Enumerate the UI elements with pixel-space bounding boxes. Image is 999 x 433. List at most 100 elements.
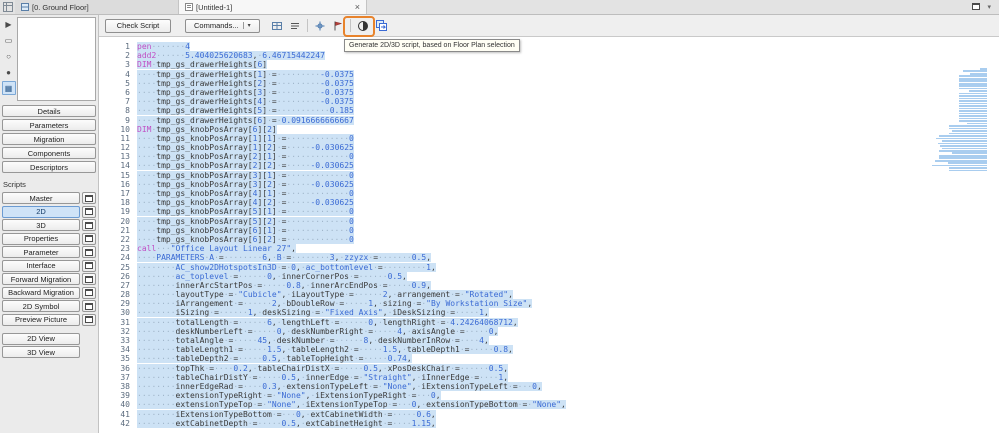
close-icon[interactable]: × [355,3,360,12]
code-line[interactable]: ········totalLength·=······6,·lengthLeft… [137,317,566,327]
open-script-window-button[interactable] [82,219,96,231]
script-button-3d[interactable]: 3D [2,219,80,231]
code-line[interactable]: ····tmp_gs_drawerHeights[2]·=·········-0… [137,78,566,88]
script-editor[interactable]: 1 2 3 4 5 6 7 8 9 10 11 12 13 14 15 16 17 18 19 20 21 22 23 24 2… [99,37,999,433]
sphere-tool-icon[interactable]: ● [2,65,16,79]
panel-button-components[interactable]: Components [2,147,96,159]
tab-ground-floor[interactable]: [0. Ground Floor] [15,0,179,14]
view-button-2d-view[interactable]: 2D View [2,332,80,345]
script-button-forward-migration[interactable]: Forward Migration [2,273,80,285]
code-line[interactable]: ········extCabinetDepth·=·····0.5,·extCa… [137,418,566,428]
script-button-parameter[interactable]: Parameter [2,246,80,258]
code-line[interactable]: ····tmp_gs_drawerHeights[3]·=·········-0… [137,87,566,97]
panel-button-parameters[interactable]: Parameters [2,119,96,131]
panel-button-descriptors[interactable]: Descriptors [2,161,96,173]
code-line[interactable]: ····PARAMETERS·A·=········6,·B·=········… [137,253,566,263]
open-script-window-button[interactable] [82,246,96,258]
code-line[interactable]: ····tmp_gs_knobPosArray[6][2]·=·········… [137,234,566,244]
open-script-window-button[interactable] [82,192,96,204]
code-line[interactable]: ····tmp_gs_knobPosArray[3][1]·=·········… [137,170,566,180]
open-script-window-button[interactable] [82,259,96,272]
code-line[interactable]: ····tmp_gs_knobPosArray[1][1]·=·········… [137,133,566,143]
line-number: 22 [120,234,130,244]
script-button-master[interactable]: Master [2,192,80,204]
code-lines[interactable]: pen·······4 add2······5.404025620683,·6.4… [135,37,566,433]
open-script-window-button[interactable] [82,273,96,285]
minimap-line [949,132,987,135]
code-line[interactable]: ····tmp_gs_drawerHeights[6]·=·0.09166666… [137,115,566,125]
commands-button[interactable]: Commands... ▾ [185,18,260,33]
code-line[interactable]: ········AC_show2DHotspotsIn3D·=·0,·ac_bo… [137,262,566,272]
table-icon[interactable] [269,17,286,34]
code-line[interactable]: ········tableChairDistY·=·····0.5,·inner… [137,372,566,382]
tooltip: Generate 2D/3D script, based on Floor Pl… [344,39,520,52]
code-line[interactable]: ········innerEdgeRad·=····0.3,·extension… [137,381,566,391]
open-script-window-button[interactable] [82,286,96,299]
code-line[interactable]: ····tmp_gs_knobPosArray[3][2]·=·····-0.0… [137,179,566,189]
code-line[interactable]: ····tmp_gs_knobPosArray[2][2]·=·····-0.0… [137,161,566,171]
code-line[interactable]: ····tmp_gs_knobPosArray[2][1]·=·········… [137,152,566,162]
flag-icon[interactable] [330,17,347,34]
check-script-button[interactable]: Check Script [105,18,171,33]
script-button-2d-symbol[interactable]: 2D Symbol [2,300,80,312]
code-line[interactable]: ····tmp_gs_knobPosArray[4][2]·=·····-0.0… [137,198,566,208]
open-script-window-button[interactable] [82,205,96,218]
code-line[interactable]: ····tmp_gs_knobPosArray[6][1]·=·········… [137,225,566,235]
code-line[interactable]: ········tableDepth2·=·····0.5,·tableTopH… [137,354,566,364]
open-script-window-button[interactable] [82,300,96,312]
float-window-icon[interactable] [972,2,981,12]
selected-text: ····tmp_gs_knobPosArray[4][1]·=·········… [137,189,354,198]
code-line[interactable]: ········iExtensionTypeBottom·=···0,·extC… [137,409,566,419]
code-line[interactable]: ····tmp_gs_knobPosArray[5][2]·=·········… [137,216,566,226]
minimap-line [959,105,987,107]
code-line[interactable]: DIM·tmp_gs_knobPosArray[6][2] [137,124,566,134]
code-line[interactable]: ····tmp_gs_drawerHeights[1]·=·········-0… [137,69,566,79]
code-line[interactable]: ····tmp_gs_knobPosArray[1][2]·=·····-0.0… [137,143,566,153]
script-button-properties[interactable]: Properties [2,232,80,245]
minimap[interactable] [929,68,987,172]
hotspot-icon[interactable] [312,17,329,34]
contrast-icon[interactable] [355,17,372,34]
script-button-preview-picture[interactable]: Preview Picture [2,313,80,326]
code-line[interactable]: add2······5.404025620683,·6.46715442247 [137,51,566,61]
pointer-tool-icon[interactable]: ▶ [2,17,16,31]
circle-tool-icon[interactable]: ○ [2,49,16,63]
code-line[interactable]: ········totalAngle·=·····45,·deskNumber·… [137,336,566,345]
list-icon[interactable] [287,17,304,34]
code-line[interactable]: ····tmp_gs_knobPosArray[5][1]·=·········… [137,207,566,217]
open-script-window-button[interactable] [82,313,96,326]
code-line[interactable]: ········extensionTypeTop·=·"None",·iExte… [137,400,566,410]
code-line[interactable]: ········tableLength1·=·····1.5,·tableLen… [137,345,566,355]
generate-script-icon[interactable] [373,17,390,34]
script-button-backward-migration[interactable]: Backward Migration [2,286,80,299]
hatch-tool-icon[interactable]: ▦ [1,81,16,95]
tab-untitled[interactable]: [Untitled-1] × [179,0,367,14]
minimap-line [939,135,987,137]
code-line[interactable]: ····tmp_gs_knobPosArray[4][1]·=·········… [137,189,566,198]
panel-button-details[interactable]: Details [2,105,96,117]
check-script-label: Check Script [116,21,160,30]
panel-button-migration[interactable]: Migration [2,133,96,145]
code-line[interactable]: DIM·tmp_gs_drawerHeights[6] [137,60,566,70]
code-line[interactable]: ········iSizing·=······1,·deskSizing·=·"… [137,308,566,318]
code-line[interactable]: ········ac_toplevel·=······0,·innerCorne… [137,271,566,281]
script-button-2d[interactable]: 2D [2,205,80,218]
code-line[interactable]: call···"Office Layout Linear 27", [137,244,566,254]
minimap-line [959,85,987,87]
view-button-3d-view[interactable]: 3D View [2,346,80,358]
open-script-window-button[interactable] [82,232,96,245]
tool-strip: ▶ ▭ ○ ● ▦ [0,15,17,101]
minimap-line [963,70,987,73]
main-area: ▶ ▭ ○ ● ▦ Details Parameters Migration Componen… [0,15,999,433]
code-line[interactable]: ····tmp_gs_drawerHeights[5]·=···········… [137,106,566,116]
code-line[interactable]: ········innerArcStartPos·=·····0.8,·inne… [137,280,566,290]
code-line[interactable]: ········layoutType·=·"Cubicle",·iLayoutT… [137,290,566,300]
code-line[interactable]: ····tmp_gs_drawerHeights[4]·=·········-0… [137,97,566,107]
marquee-tool-icon[interactable]: ▭ [2,33,16,47]
code-line[interactable]: ········iArrangement·=······2,·bDoubleRo… [137,299,566,309]
code-line[interactable]: ········extensionTypeRight·=·"None",·iEx… [137,391,566,401]
code-line[interactable]: ········topThk·=····0.2,·tableChairDistX… [137,363,566,373]
script-button-interface[interactable]: Interface [2,259,80,272]
chevron-down-icon[interactable]: ▾ [987,3,991,11]
code-line[interactable]: ········deskNumberLeft·=·····0,·deskNumb… [137,326,566,336]
